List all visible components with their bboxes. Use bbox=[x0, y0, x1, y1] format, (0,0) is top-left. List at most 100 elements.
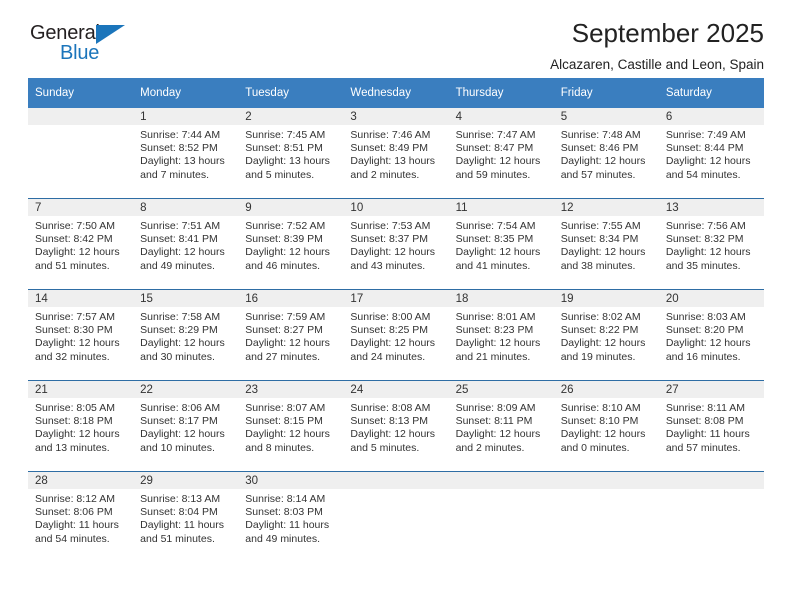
day-cell-details: Sunrise: 8:14 AM Sunset: 8:03 PM Daylight:… bbox=[238, 489, 343, 546]
calendar-day-cell[interactable]: 20 Sunrise: 8:03 AM Sunset: 8:20 PM Dayligh… bbox=[658, 289, 764, 381]
day-number: 22 bbox=[133, 381, 239, 398]
day-number: 29 bbox=[133, 472, 239, 489]
day-number: 14 bbox=[28, 290, 134, 307]
generalblue-logo[interactable]: General Blue bbox=[28, 22, 158, 68]
logo-triangle-icon bbox=[96, 25, 125, 44]
sunrise-text: Sunrise: 8:12 AM bbox=[35, 493, 115, 505]
day-cell-details: Sunrise: 7:44 AM Sunset: 8:52 PM Daylight:… bbox=[133, 125, 238, 182]
calendar-day-cell[interactable]: 30 Sunrise: 8:14 AM Sunset: 8:03 PM Dayligh… bbox=[238, 471, 344, 562]
sunrise-text: Sunrise: 7:56 AM bbox=[665, 220, 746, 232]
sunset-text: Sunset: 8:22 PM bbox=[560, 324, 639, 337]
daylight-text: Daylight: 12 hours and 49 minutes. bbox=[140, 246, 225, 272]
daylight-text: Daylight: 12 hours and 19 minutes. bbox=[560, 337, 646, 363]
calendar-day-cell[interactable]: 5 Sunrise: 7:48 AM Sunset: 8:46 PM Daylight… bbox=[553, 108, 659, 199]
calendar-day-cell[interactable]: 10 Sunrise: 7:53 AM Sunset: 8:37 PM Dayligh… bbox=[343, 198, 449, 290]
calendar-day-cell[interactable]: 16 Sunrise: 7:59 AM Sunset: 8:27 PM Dayligh… bbox=[238, 289, 344, 381]
sunset-text: Sunset: 8:23 PM bbox=[455, 324, 534, 337]
daylight-text: Daylight: 12 hours and 21 minutes. bbox=[455, 337, 541, 363]
calendar-day-cell[interactable]: 26 Sunrise: 8:10 AM Sunset: 8:10 PM Dayligh… bbox=[553, 380, 659, 472]
day-number: 24 bbox=[343, 381, 449, 398]
weekday-header-row: Sunday Monday Tuesday Wednesday Thursday… bbox=[28, 78, 764, 108]
daylight-text: Daylight: 11 hours and 51 minutes. bbox=[140, 519, 224, 545]
day-cell-inner: 21 Sunrise: 8:05 AM Sunset: 8:18 PM Dayligh… bbox=[28, 381, 134, 471]
calendar-day-cell[interactable]: 8 Sunrise: 7:51 AM Sunset: 8:41 PM Daylight… bbox=[133, 198, 239, 290]
sunrise-text: Sunrise: 8:02 AM bbox=[560, 311, 641, 323]
day-number: 1 bbox=[133, 108, 239, 125]
day-number: 25 bbox=[448, 381, 554, 398]
sunset-text: Sunset: 8:18 PM bbox=[35, 415, 113, 428]
sunset-text: Sunset: 8:47 PM bbox=[455, 142, 534, 155]
calendar-day-cell-empty bbox=[448, 471, 554, 562]
day-number: 4 bbox=[448, 108, 554, 125]
calendar-day-cell[interactable]: 11 Sunrise: 7:54 AM Sunset: 8:35 PM Dayligh… bbox=[448, 198, 554, 290]
day-number bbox=[28, 108, 134, 125]
calendar-day-cell[interactable]: 3 Sunrise: 7:46 AM Sunset: 8:49 PM Daylight… bbox=[343, 108, 449, 199]
day-cell-details: Sunrise: 7:51 AM Sunset: 8:41 PM Daylight:… bbox=[133, 216, 238, 273]
day-cell-details: Sunrise: 8:03 AM Sunset: 8:20 PM Daylight:… bbox=[659, 307, 764, 364]
day-cell-details: Sunrise: 7:47 AM Sunset: 8:47 PM Daylight:… bbox=[449, 125, 554, 182]
sunrise-text: Sunrise: 8:01 AM bbox=[455, 311, 536, 323]
day-cell-details: Sunrise: 8:12 AM Sunset: 8:06 PM Daylight:… bbox=[28, 489, 133, 546]
calendar-day-cell[interactable]: 4 Sunrise: 7:47 AM Sunset: 8:47 PM Daylight… bbox=[448, 108, 554, 199]
day-cell-inner: 16 Sunrise: 7:59 AM Sunset: 8:27 PM Dayligh… bbox=[238, 290, 344, 380]
sunrise-text: Sunrise: 7:50 AM bbox=[35, 220, 115, 232]
calendar-day-cell[interactable]: 1 Sunrise: 7:44 AM Sunset: 8:52 PM Daylight… bbox=[133, 108, 239, 199]
calendar-day-cell[interactable]: 28 Sunrise: 8:12 AM Sunset: 8:06 PM Dayligh… bbox=[28, 471, 134, 562]
calendar-day-cell[interactable]: 19 Sunrise: 8:02 AM Sunset: 8:22 PM Dayligh… bbox=[553, 289, 659, 381]
sunrise-text: Sunrise: 8:03 AM bbox=[665, 311, 746, 323]
calendar-day-cell[interactable]: 24 Sunrise: 8:08 AM Sunset: 8:13 PM Dayligh… bbox=[343, 380, 449, 472]
sunrise-text: Sunrise: 8:11 AM bbox=[665, 402, 746, 414]
sunset-text: Sunset: 8:06 PM bbox=[35, 506, 113, 519]
daylight-text: Daylight: 12 hours and 43 minutes. bbox=[350, 246, 436, 272]
day-cell-inner bbox=[448, 472, 554, 562]
day-number: 18 bbox=[448, 290, 554, 307]
day-cell-inner: 10 Sunrise: 7:53 AM Sunset: 8:37 PM Dayligh… bbox=[343, 199, 449, 289]
weekday-header-sunday: Sunday bbox=[28, 78, 134, 108]
calendar-day-cell[interactable]: 2 Sunrise: 7:45 AM Sunset: 8:51 PM Daylight… bbox=[238, 108, 344, 199]
calendar-day-cell[interactable]: 29 Sunrise: 8:13 AM Sunset: 8:04 PM Dayligh… bbox=[133, 471, 239, 562]
calendar-day-cell[interactable]: 22 Sunrise: 8:06 AM Sunset: 8:17 PM Dayligh… bbox=[133, 380, 239, 472]
calendar-day-cell[interactable]: 13 Sunrise: 7:56 AM Sunset: 8:32 PM Dayligh… bbox=[658, 198, 764, 290]
sunrise-text: Sunrise: 7:57 AM bbox=[35, 311, 115, 323]
calendar-day-cell[interactable]: 12 Sunrise: 7:55 AM Sunset: 8:34 PM Dayligh… bbox=[553, 198, 659, 290]
calendar-day-cell[interactable]: 21 Sunrise: 8:05 AM Sunset: 8:18 PM Dayligh… bbox=[28, 380, 134, 472]
sunrise-text: Sunrise: 8:08 AM bbox=[350, 402, 431, 414]
calendar-week-row: 28 Sunrise: 8:12 AM Sunset: 8:06 PM Dayligh… bbox=[28, 471, 764, 562]
sunset-text: Sunset: 8:29 PM bbox=[140, 324, 218, 337]
day-cell-inner: 9 Sunrise: 7:52 AM Sunset: 8:39 PM Daylight… bbox=[238, 199, 344, 289]
calendar-day-cell-empty bbox=[28, 108, 134, 199]
calendar-day-cell[interactable]: 27 Sunrise: 8:11 AM Sunset: 8:08 PM Dayligh… bbox=[658, 380, 764, 472]
calendar-day-cell[interactable]: 9 Sunrise: 7:52 AM Sunset: 8:39 PM Daylight… bbox=[238, 198, 344, 290]
calendar-page: General Blue September 2025 Alcazaren, C… bbox=[0, 0, 792, 612]
daylight-text: Daylight: 12 hours and 35 minutes. bbox=[665, 246, 751, 272]
sunset-text: Sunset: 8:10 PM bbox=[560, 415, 639, 428]
daylight-text: Daylight: 12 hours and 8 minutes. bbox=[245, 428, 330, 454]
day-number: 2 bbox=[238, 108, 344, 125]
calendar-day-cell[interactable]: 7 Sunrise: 7:50 AM Sunset: 8:42 PM Daylight… bbox=[28, 198, 134, 290]
calendar-day-cell[interactable]: 6 Sunrise: 7:49 AM Sunset: 8:44 PM Daylight… bbox=[658, 108, 764, 199]
daylight-text: Daylight: 11 hours and 49 minutes. bbox=[245, 519, 330, 545]
daylight-text: Daylight: 12 hours and 0 minutes. bbox=[560, 428, 646, 454]
sunset-text: Sunset: 8:37 PM bbox=[350, 233, 429, 246]
calendar-day-cell[interactable]: 14 Sunrise: 7:57 AM Sunset: 8:30 PM Dayligh… bbox=[28, 289, 134, 381]
day-cell-inner: 19 Sunrise: 8:02 AM Sunset: 8:22 PM Dayligh… bbox=[553, 290, 659, 380]
sunset-text: Sunset: 8:39 PM bbox=[245, 233, 323, 246]
day-cell-details: Sunrise: 7:53 AM Sunset: 8:37 PM Daylight:… bbox=[343, 216, 448, 273]
day-cell-details: Sunrise: 8:05 AM Sunset: 8:18 PM Daylight:… bbox=[28, 398, 133, 455]
calendar-day-cell[interactable]: 18 Sunrise: 8:01 AM Sunset: 8:23 PM Dayligh… bbox=[448, 289, 554, 381]
calendar-day-cell[interactable]: 15 Sunrise: 7:58 AM Sunset: 8:29 PM Dayligh… bbox=[133, 289, 239, 381]
calendar-day-cell[interactable]: 17 Sunrise: 8:00 AM Sunset: 8:25 PM Dayligh… bbox=[343, 289, 449, 381]
day-cell-inner bbox=[28, 108, 134, 198]
calendar-day-cell[interactable]: 23 Sunrise: 8:07 AM Sunset: 8:15 PM Dayligh… bbox=[238, 380, 344, 472]
sunset-text: Sunset: 8:35 PM bbox=[455, 233, 534, 246]
day-cell-inner: 11 Sunrise: 7:54 AM Sunset: 8:35 PM Dayligh… bbox=[448, 199, 554, 289]
day-cell-inner: 25 Sunrise: 8:09 AM Sunset: 8:11 PM Dayligh… bbox=[448, 381, 554, 471]
calendar-day-cell[interactable]: 25 Sunrise: 8:09 AM Sunset: 8:11 PM Dayligh… bbox=[448, 380, 554, 472]
daylight-text: Daylight: 12 hours and 10 minutes. bbox=[140, 428, 225, 454]
sunrise-text: Sunrise: 7:52 AM bbox=[245, 220, 326, 232]
calendar-day-cell-empty bbox=[658, 471, 764, 562]
logo-text-general: General bbox=[30, 22, 100, 44]
sunset-text: Sunset: 8:20 PM bbox=[665, 324, 744, 337]
day-cell-inner: 17 Sunrise: 8:00 AM Sunset: 8:25 PM Dayligh… bbox=[343, 290, 449, 380]
day-number bbox=[448, 472, 554, 489]
